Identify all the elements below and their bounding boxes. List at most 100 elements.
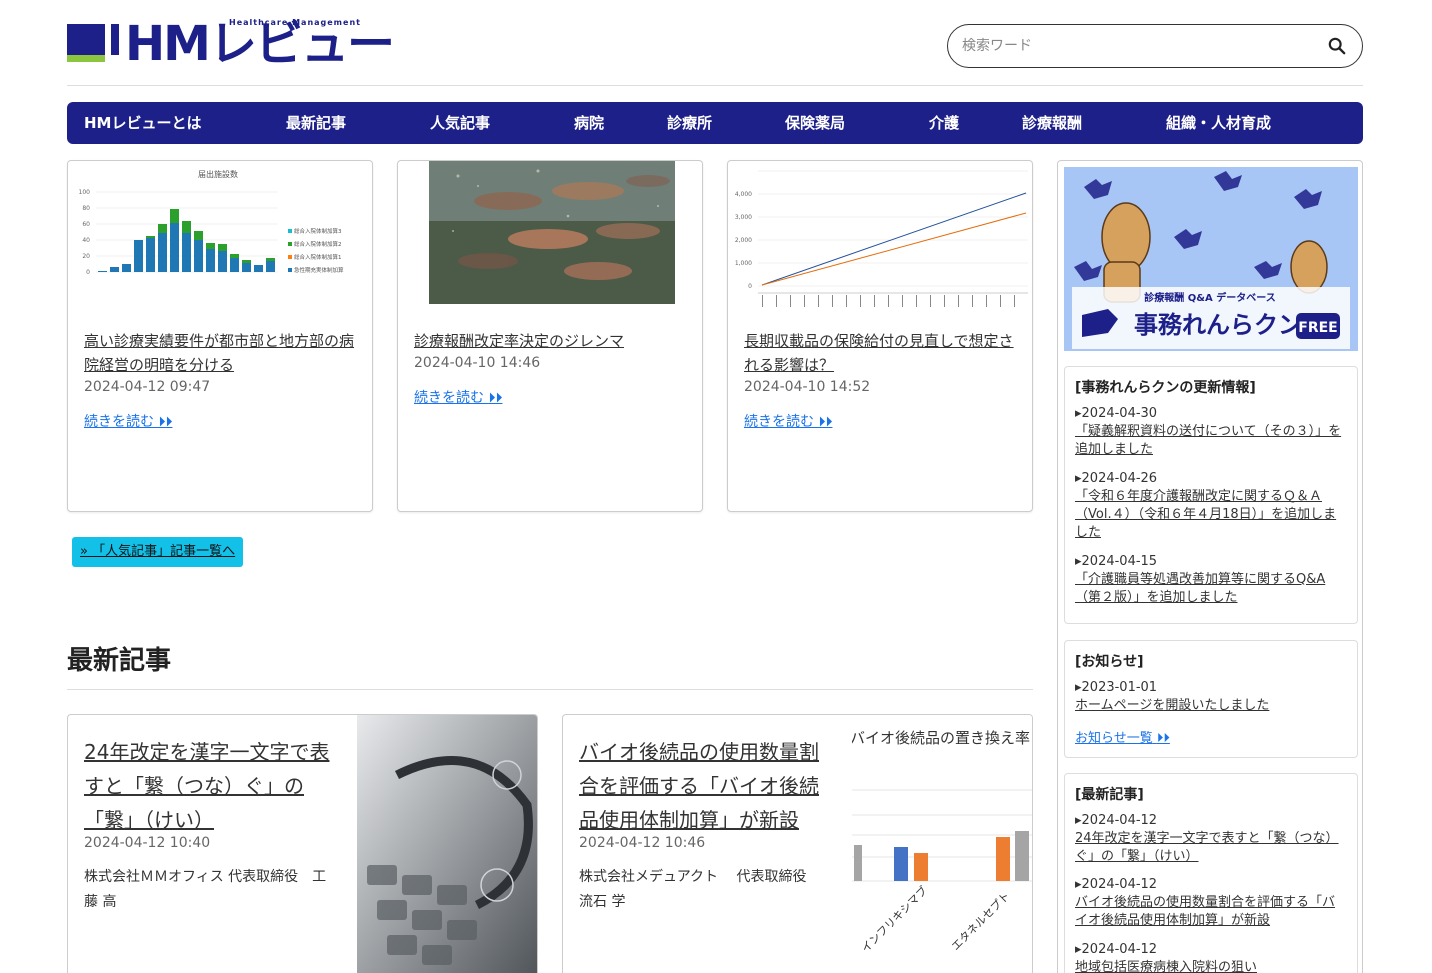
latest-date: ▸2024-04-12 [1075, 877, 1158, 892]
box-heading: [最新記事] [1075, 787, 1144, 803]
card-thumbnail-chart: 届出施設数 100 80 60 40 20 0 総合入院体制加算3 総合入院体制… [68, 161, 372, 309]
read-more-label: 続きを読む [414, 390, 484, 406]
site-logo[interactable]: HMレビュー Healthcare Management [67, 16, 395, 72]
double-chevron-right-icon: ⏵⏵ [818, 414, 833, 430]
article-title-link[interactable]: 24年改定を漢字一文字で表すと「繋（つな）ぐ」の「繋」（けい） [84, 735, 334, 837]
article-date: 2024-04-10 14:46 [414, 355, 541, 371]
section-divider [67, 689, 1033, 690]
fish-photo-image [429, 161, 675, 304]
banner-subtitle: 診療報酬 Q&A データベース [1144, 291, 1275, 304]
image-chart-bar [1015, 831, 1029, 881]
image-chart-bar [854, 845, 862, 881]
popular-card[interactable]: 届出施設数 100 80 60 40 20 0 総合入院体制加算3 総合入院体制… [67, 160, 373, 512]
jimu-renrakun-banner[interactable]: 診療報酬 Q&A データベース 事務れんらクン FREE [1064, 167, 1358, 351]
article-title-link[interactable]: 診療報酬改定率決定のジレンマ [414, 329, 686, 353]
nav-item-popular[interactable]: 人気記事 [430, 102, 490, 144]
sidebar-latest-box: [最新記事] ▸2024-04-12 24年改定を漢字一文字で表すと「繋（つな）… [1064, 773, 1358, 973]
y-tick-label: 0 [86, 269, 90, 276]
latest-link[interactable]: 地域包括医療病棟入院料の狙い [1075, 959, 1347, 973]
nav-item-latest[interactable]: 最新記事 [286, 102, 346, 144]
search-input[interactable] [962, 35, 1302, 57]
article-image: バイオ後続品の置き換え率 インフリキシマブ エタネルセプト [852, 715, 1032, 973]
update-link[interactable]: 「介護職員等処遇改善加算等に関するQ&A（第２版）」を追加しました [1075, 571, 1347, 607]
latest-link[interactable]: バイオ後続品の使用数量割合を評価する「バイオ後続品使用体制加算」が新設 [1075, 894, 1347, 930]
legend-label: 急性期充実体制加算 [294, 266, 344, 274]
section-title-latest: 最新記事 [67, 646, 172, 676]
search-icon[interactable] [1328, 37, 1346, 55]
update-link[interactable]: 「令和６年度介護報酬改定に関するＱ＆Ａ（Vol.４）（令和６年４月18日）」を追… [1075, 488, 1347, 542]
y-tick-label: 100 [79, 189, 91, 196]
image-chart-bar [996, 837, 1010, 881]
read-more-label: 続きを読む [84, 414, 154, 430]
read-more-link[interactable]: 続きを読む ⏵⏵ [414, 387, 502, 407]
card-thumbnail-chart: 4,000 3,000 2,000 1,000 0 [728, 161, 1032, 309]
series-line [761, 192, 1027, 286]
sidebar: 診療報酬 Q&A データベース 事務れんらクン FREE [事務れんらクンの更新… [1057, 160, 1363, 973]
article-title-link[interactable]: バイオ後続品の使用数量割合を評価する「バイオ後続品使用体制加算」が新設 [579, 735, 829, 837]
article-date: 2024-04-12 10:40 [84, 835, 211, 851]
site-header: HMレビュー Healthcare Management [67, 14, 1363, 86]
article-image [357, 715, 537, 973]
read-more-link[interactable]: 続きを読む ⏵⏵ [744, 411, 832, 431]
y-tick-label: 3,000 [735, 214, 752, 221]
line-chart-thumbnail: 4,000 3,000 2,000 1,000 0 [735, 170, 1028, 307]
banner-free-badge: FREE [1298, 320, 1337, 336]
article-author: 株式会社メデュアクト 代表取締役 流石 学 [579, 869, 821, 910]
double-chevron-right-icon: ⏵⏵ [158, 414, 173, 430]
image-chart-bar [894, 847, 908, 881]
article-title-link[interactable]: 高い診療実績要件が都市部と地方部の病院経営の明暗を分ける [84, 329, 356, 377]
article-author: 株式会社ＭＭオフィス 代表取締役 工藤 高 [84, 869, 327, 910]
legend-label: 総合入院体制加算3 [294, 227, 342, 235]
latest-date: ▸2024-04-12 [1075, 813, 1158, 828]
nav-item-pharmacy[interactable]: 保険薬局 [785, 102, 845, 144]
legend-label: 総合入院体制加算1 [294, 253, 342, 261]
double-chevron-right-icon: » [80, 544, 88, 559]
update-date: ▸2024-04-15 [1075, 554, 1158, 569]
nav-item-organization[interactable]: 組織・人材育成 [1166, 102, 1271, 144]
notice-box: [お知らせ] ▸2023-01-01 ホームページを開設いたしました お知らせ一… [1064, 640, 1358, 758]
update-link[interactable]: 「疑義解釈資料の送付について（その３）」を追加しました [1075, 423, 1347, 459]
chart-bars [98, 209, 275, 272]
latest-article-card[interactable]: 24年改定を漢字一文字で表すと「繋（つな）ぐ」の「繋」（けい） 2024-04-… [67, 714, 538, 973]
read-more-label: 続きを読む [744, 414, 814, 430]
logo-text: HMレビュー [125, 16, 395, 72]
main-nav: HMレビューとは 最新記事 人気記事 病院 診療所 保険薬局 介護 診療報酬 組… [67, 102, 1363, 144]
nav-item-about[interactable]: HMレビューとは [84, 102, 201, 144]
update-date: ▸2024-04-26 [1075, 471, 1158, 486]
popular-card[interactable]: 診療報酬改定率決定のジレンマ 2024-04-10 14:46 続きを読む ⏵⏵ [397, 160, 703, 512]
popular-card[interactable]: 4,000 3,000 2,000 1,000 0 長期収載品の保険給付の見直し… [727, 160, 1033, 512]
image-chart-label: インフリキシマブ [858, 883, 930, 955]
double-chevron-right-icon: ⏵⏵ [1156, 731, 1170, 746]
article-title-link[interactable]: 長期収載品の保険給付の見直しで想定される影響は？ [744, 329, 1016, 377]
article-date: 2024-04-12 10:46 [579, 835, 706, 851]
logo-mark-icon [67, 24, 119, 62]
update-date: ▸2024-04-30 [1075, 406, 1158, 421]
latest-date: ▸2024-04-12 [1075, 942, 1158, 957]
bar-chart-thumbnail: 届出施設数 100 80 60 40 20 0 総合入院体制加算3 総合入院体制… [79, 169, 344, 276]
legend-label: 総合入院体制加算2 [294, 240, 342, 248]
y-tick-label: 80 [82, 205, 90, 212]
notice-more-link[interactable]: お知らせ一覧 ⏵⏵ [1075, 727, 1170, 746]
nav-item-care[interactable]: 介護 [929, 102, 959, 144]
y-tick-label: 0 [748, 283, 752, 290]
article-date: 2024-04-12 09:47 [84, 379, 211, 395]
article-date: 2024-04-10 14:52 [744, 379, 871, 395]
nav-item-hospital[interactable]: 病院 [574, 102, 604, 144]
nav-item-fee[interactable]: 診療報酬 [1022, 102, 1082, 144]
card-thumbnail-photo [398, 161, 702, 309]
latest-link[interactable]: 24年改定を漢字一文字で表すと「繋（つな）ぐ」の「繋」（けい） [1075, 830, 1347, 866]
popular-list-button-label: 「人気記事」記事一覧へ [92, 544, 236, 559]
y-tick-label: 60 [82, 221, 90, 228]
double-chevron-right-icon: ⏵⏵ [488, 390, 503, 406]
latest-article-card[interactable]: バイオ後続品の使用数量割合を評価する「バイオ後続品使用体制加算」が新設 2024… [562, 714, 1033, 973]
logo-subtitle: Healthcare Management [229, 18, 361, 27]
popular-list-button[interactable]: » 「人気記事」記事一覧へ [72, 537, 243, 567]
nav-item-clinic[interactable]: 診療所 [667, 102, 712, 144]
y-tick-label: 1,000 [735, 260, 752, 267]
banner-image: 診療報酬 Q&A データベース 事務れんらクン FREE [1064, 167, 1358, 351]
notice-date: ▸2023-01-01 [1075, 680, 1158, 695]
notice-link[interactable]: ホームページを開設いたしました [1075, 697, 1347, 715]
read-more-link[interactable]: 続きを読む ⏵⏵ [84, 411, 172, 431]
stethoscope-keyboard-image [357, 715, 537, 973]
image-chart-bar [914, 853, 928, 881]
